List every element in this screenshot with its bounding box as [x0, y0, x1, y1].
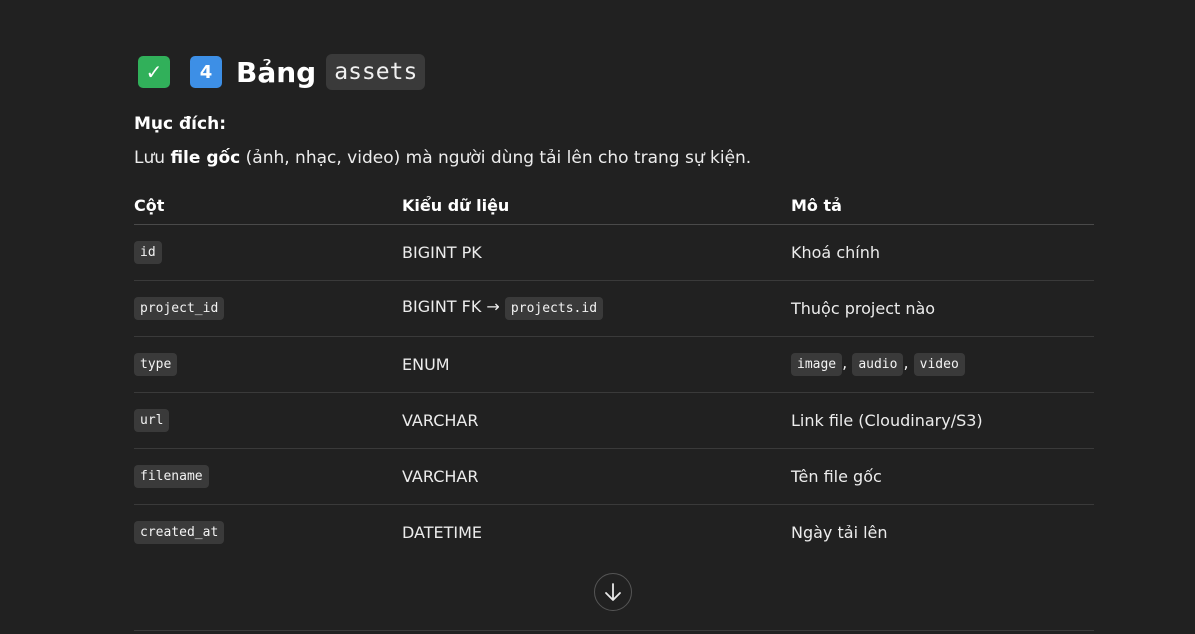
header-description: Mô tả — [791, 186, 1094, 225]
description-cell: Ngày tải lên — [791, 523, 888, 542]
column-name-code: created_at — [134, 521, 225, 544]
type-cell: ENUM — [402, 336, 791, 393]
heading-word: Bảng — [236, 55, 317, 89]
description-cell: Tên file gốc — [791, 448, 1094, 505]
header-type: Kiểu dữ liệu — [402, 186, 791, 225]
scroll-down-button[interactable] — [594, 573, 632, 611]
separator: , — [903, 353, 909, 372]
section-heading: ✓ 4 Bảng assets — [134, 52, 426, 92]
heading-code: assets — [326, 54, 426, 90]
desc-code: audio — [852, 353, 904, 376]
table-row: created_at DATETIME Ngày tải lên — [134, 505, 1094, 561]
type-cell: DATETIME — [402, 523, 483, 542]
description-cell: Khoá chính — [791, 224, 1094, 281]
divider — [134, 630, 1094, 631]
purpose-label: Mục đích: — [134, 114, 226, 134]
table-row: id BIGINT PK Khoá chính — [134, 224, 1094, 281]
table-row: filename VARCHAR Tên file gốc — [134, 448, 1094, 505]
table-row: type ENUM image, audio, video — [134, 336, 1094, 393]
purpose-bold: file gốc — [170, 148, 241, 168]
description-cell: image, audio, video — [791, 336, 1094, 393]
table-row: project_id BIGINT FK → projects.id Thuộc… — [134, 280, 1094, 337]
type-text: BIGINT FK → — [402, 297, 500, 316]
column-name-code: url — [134, 409, 170, 432]
table-row: url VARCHAR Link file (Cloudinary/S3) — [134, 392, 1094, 449]
column-name-code: project_id — [134, 297, 225, 320]
assets-table: Cột Kiểu dữ liệu Mô tả id BIGINT PK Khoá… — [134, 186, 1094, 560]
column-name-code: type — [134, 353, 178, 376]
description-cell: Link file (Cloudinary/S3) — [791, 392, 1094, 449]
type-cell: VARCHAR — [402, 448, 791, 505]
arrow-down-icon — [605, 583, 621, 601]
column-name-code: id — [134, 241, 162, 264]
type-code: projects.id — [504, 297, 604, 320]
type-cell: VARCHAR — [402, 392, 791, 449]
check-mark-icon: ✓ — [138, 56, 170, 88]
description-cell: Thuộc project nào — [791, 280, 1094, 337]
header-column: Cột — [134, 186, 402, 225]
desc-code: video — [913, 353, 965, 376]
column-name-code: filename — [134, 465, 209, 488]
separator: , — [842, 353, 848, 372]
desc-code: image — [791, 353, 843, 376]
purpose-suffix: (ảnh, nhạc, video) mà người dùng tải lên… — [240, 148, 752, 168]
type-cell: BIGINT PK — [402, 224, 791, 281]
table-header-row: Cột Kiểu dữ liệu Mô tả — [134, 186, 1094, 225]
purpose-prefix: Lưu — [134, 148, 171, 168]
keycap-four-icon: 4 — [190, 56, 222, 88]
purpose-text: Lưu file gốc (ảnh, nhạc, video) mà người… — [134, 148, 751, 168]
type-cell: BIGINT FK → projects.id — [402, 280, 791, 337]
